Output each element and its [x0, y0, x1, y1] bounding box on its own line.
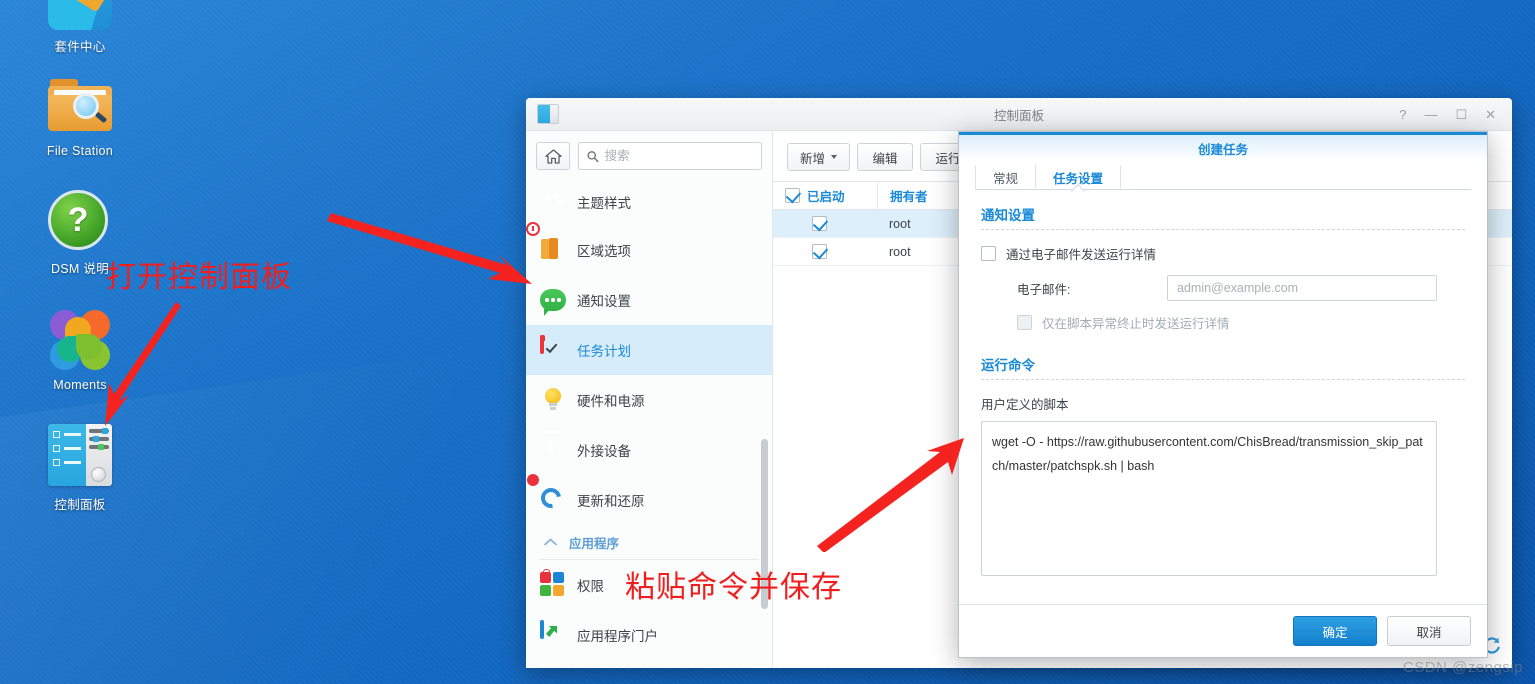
- file-station-icon: [48, 74, 112, 138]
- tab-task-settings[interactable]: 任务设置: [1035, 165, 1122, 190]
- script-textarea[interactable]: wget -O - https://raw.githubusercontent.…: [981, 421, 1437, 576]
- portal-icon: [540, 620, 566, 648]
- create-task-label: 新增: [800, 151, 826, 166]
- chevron-up-icon: [544, 538, 557, 546]
- cancel-button[interactable]: 取消: [1387, 616, 1471, 646]
- only-on-error-row[interactable]: 仅在脚本异常终止时发送运行详情: [981, 313, 1465, 332]
- home-button[interactable]: [536, 142, 570, 170]
- desktop-icon-label: 控制面板: [54, 498, 106, 512]
- desktop-icon-package-center[interactable]: 套件中心: [0, 0, 160, 55]
- send-email-label: 通过电子邮件发送运行详情: [1006, 248, 1157, 262]
- maximize-icon[interactable]: ☐: [1455, 108, 1467, 121]
- theme-icon: [540, 189, 566, 215]
- column-header-enabled[interactable]: 已启动: [773, 182, 877, 209]
- desktop-icon-label: Moments: [53, 378, 107, 392]
- region-icon: [526, 222, 566, 263]
- sidebar-item-application-portal[interactable]: 应用程序门户: [526, 610, 772, 660]
- sidebar-item-label: 主题样式: [577, 196, 631, 211]
- notification-section-title: 通知设置: [981, 208, 1035, 223]
- row-enabled-cell[interactable]: [773, 238, 877, 265]
- sidebar-item-label: 通知设置: [577, 294, 631, 309]
- desktop-icon-label: File Station: [46, 144, 114, 158]
- only-on-error-label: 仅在脚本异常终止时发送运行详情: [1042, 317, 1230, 331]
- task-icon: [540, 335, 566, 363]
- external-icon: [540, 430, 566, 463]
- sidebar-item-regional-options[interactable]: 区域选项: [526, 222, 772, 275]
- dsm-help-icon: ?: [48, 188, 112, 252]
- desktop-icon-file-station[interactable]: File Station: [0, 74, 160, 158]
- package-center-icon: [48, 0, 112, 30]
- column-header-enabled-label: 已启动: [807, 190, 845, 204]
- annotation-open-control-panel: 打开控制面板: [106, 261, 292, 294]
- section-rule: [981, 379, 1465, 380]
- create-task-button[interactable]: 新增: [787, 143, 851, 171]
- minimize-icon[interactable]: —: [1424, 108, 1437, 121]
- sidebar-group-applications[interactable]: 应用程序: [526, 525, 772, 559]
- sidebar-item-label: 任务计划: [577, 344, 631, 359]
- power-icon: [540, 387, 566, 413]
- select-all-checkbox[interactable]: [785, 188, 800, 203]
- sidebar-item-label: 更新和还原: [577, 494, 645, 509]
- send-email-row[interactable]: 通过电子邮件发送运行详情: [981, 244, 1465, 263]
- row-enabled-cell[interactable]: [773, 210, 877, 237]
- tab-general[interactable]: 常规: [975, 165, 1035, 190]
- chevron-down-icon: [831, 155, 838, 159]
- sidebar-item-indexing-service[interactable]: 索引服务: [526, 660, 772, 668]
- window-title: 控制面板: [993, 108, 1044, 123]
- dialog-title: 创建任务: [959, 132, 1487, 161]
- search-input[interactable]: [604, 149, 753, 163]
- send-email-checkbox[interactable]: [981, 246, 996, 261]
- search-icon: [587, 150, 599, 162]
- sidebar-item-task-scheduler[interactable]: 任务计划: [526, 325, 772, 375]
- only-on-error-checkbox[interactable]: [1017, 315, 1032, 330]
- edit-task-button[interactable]: 编辑: [857, 143, 914, 171]
- desktop-icon-label: DSM 说明: [50, 262, 110, 276]
- moments-icon: [48, 308, 112, 372]
- sidebar-item-update-restore[interactable]: 更新和还原: [526, 474, 772, 525]
- sidebar-group-label: 应用程序: [569, 536, 620, 551]
- dialog-footer: 确定 取消: [959, 604, 1487, 657]
- tab-general-label: 常规: [993, 172, 1019, 186]
- edit-task-label: 编辑: [872, 151, 898, 166]
- update-icon: [527, 474, 566, 513]
- create-task-dialog: 创建任务 常规 任务设置 通知设置 通过电子邮件发送运行详情 电子邮件: 仅在脚…: [958, 131, 1488, 658]
- dialog-tabs: 常规 任务设置: [959, 161, 1487, 190]
- section-rule: [981, 229, 1465, 230]
- sidebar-item-label: 权限: [577, 579, 604, 594]
- control-panel-icon: [48, 424, 112, 488]
- dialog-body: 通知设置 通过电子邮件发送运行详情 电子邮件: 仅在脚本异常终止时发送运行详情 …: [959, 190, 1487, 604]
- run-task-label: 运行: [935, 151, 961, 166]
- sidebar-item-label: 应用程序门户: [577, 629, 658, 644]
- notify-icon: [540, 287, 566, 316]
- desktop-icon-label: 套件中心: [54, 40, 106, 54]
- email-row: 电子邮件:: [981, 275, 1465, 301]
- ok-button[interactable]: 确定: [1293, 616, 1377, 646]
- window-titlebar[interactable]: 控制面板 ? — ☐ ✕: [526, 98, 1512, 131]
- home-icon: [544, 148, 562, 164]
- watermark: CSDN @zengsip: [1402, 659, 1523, 676]
- sidebar-item-hardware-power[interactable]: 硬件和电源: [526, 375, 772, 425]
- search-box[interactable]: [578, 142, 762, 170]
- annotation-paste-and-save: 粘贴命令并保存: [625, 571, 842, 604]
- sidebar-item-label: 区域选项: [577, 244, 631, 259]
- help-icon[interactable]: ?: [1399, 108, 1406, 121]
- sidebar-item-external-devices[interactable]: 外接设备: [526, 425, 772, 475]
- row-enabled-checkbox[interactable]: [811, 216, 827, 231]
- command-section-title: 运行命令: [981, 358, 1035, 373]
- email-field[interactable]: [1167, 275, 1437, 301]
- tab-task-settings-label: 任务设置: [1053, 172, 1104, 186]
- row-enabled-checkbox[interactable]: [811, 244, 827, 259]
- permission-icon: [540, 569, 566, 598]
- script-label: 用户定义的脚本: [981, 398, 1069, 412]
- close-icon[interactable]: ✕: [1485, 108, 1496, 121]
- desktop-icon-moments[interactable]: Moments: [0, 308, 160, 392]
- desktop-icon-control-panel[interactable]: 控制面板: [0, 424, 160, 513]
- sidebar-item-label: 硬件和电源: [577, 394, 645, 409]
- sidebar-item-theme[interactable]: 主题样式: [526, 179, 772, 225]
- arrow-to-control-panel-window: [327, 213, 532, 284]
- column-header-owner-label: 拥有者: [890, 190, 928, 204]
- email-label: 电子邮件:: [1017, 282, 1071, 297]
- sidebar-item-label: 外接设备: [577, 444, 631, 459]
- sidebar-item-notification[interactable]: 通知设置: [526, 275, 772, 325]
